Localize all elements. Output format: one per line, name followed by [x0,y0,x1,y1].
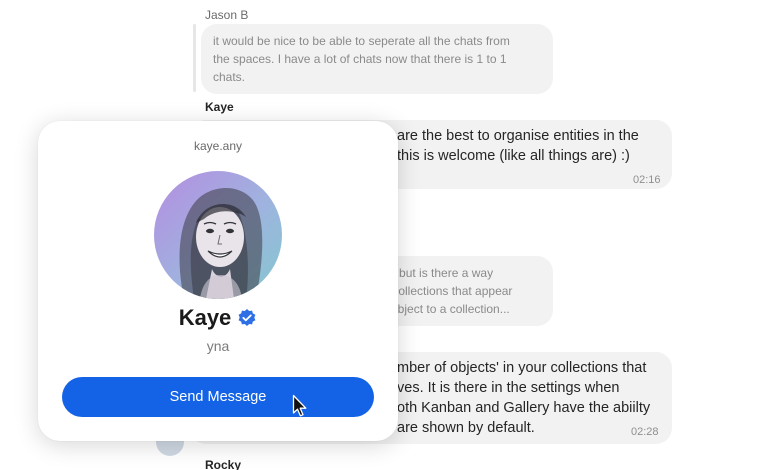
send-message-button[interactable]: Send Message [62,377,374,417]
message-author-jason: Jason B [205,8,249,22]
profile-name-row: Kaye [38,303,398,333]
mouse-cursor-icon [292,394,307,417]
verified-badge-icon [238,309,256,326]
portrait-sketch [179,187,263,299]
profile-username: kaye.any [193,139,243,153]
profile-popup: kaye.any Kaye yna Send Message [38,121,398,441]
reply-line: w object to a collection... [379,302,510,316]
message-time: 02:28 [631,426,659,438]
reply-line: chats. [213,70,246,84]
reply-line: it would be nice to be able to seperate … [213,34,510,48]
reply-line: the spaces. I have a lot of chats now th… [213,52,507,66]
message-time: 02:16 [633,174,661,186]
reply-line: of collections that appear [379,284,513,298]
profile-avatar [154,171,282,299]
message-line: oth Kanban and Gallery have the abiilty [397,400,651,416]
message-line: are the best to organise entities in the [397,128,639,144]
profile-description: yna [206,338,230,354]
quote-bar [193,24,196,92]
message-line: are shown by default. [397,420,535,436]
message-line: mber of objects' in your collections tha… [397,360,647,376]
message-line: ves. It is there in the settings when [397,380,620,396]
message-line: this is welcome (like all things are) :) [397,148,630,164]
message-author-kaye: Kaye [205,100,234,114]
profile-name: Kaye [178,305,232,330]
message-author-partial: Rocky [205,458,242,470]
reply-bubble-jason[interactable]: it would be nice to be able to seperate … [201,24,553,94]
